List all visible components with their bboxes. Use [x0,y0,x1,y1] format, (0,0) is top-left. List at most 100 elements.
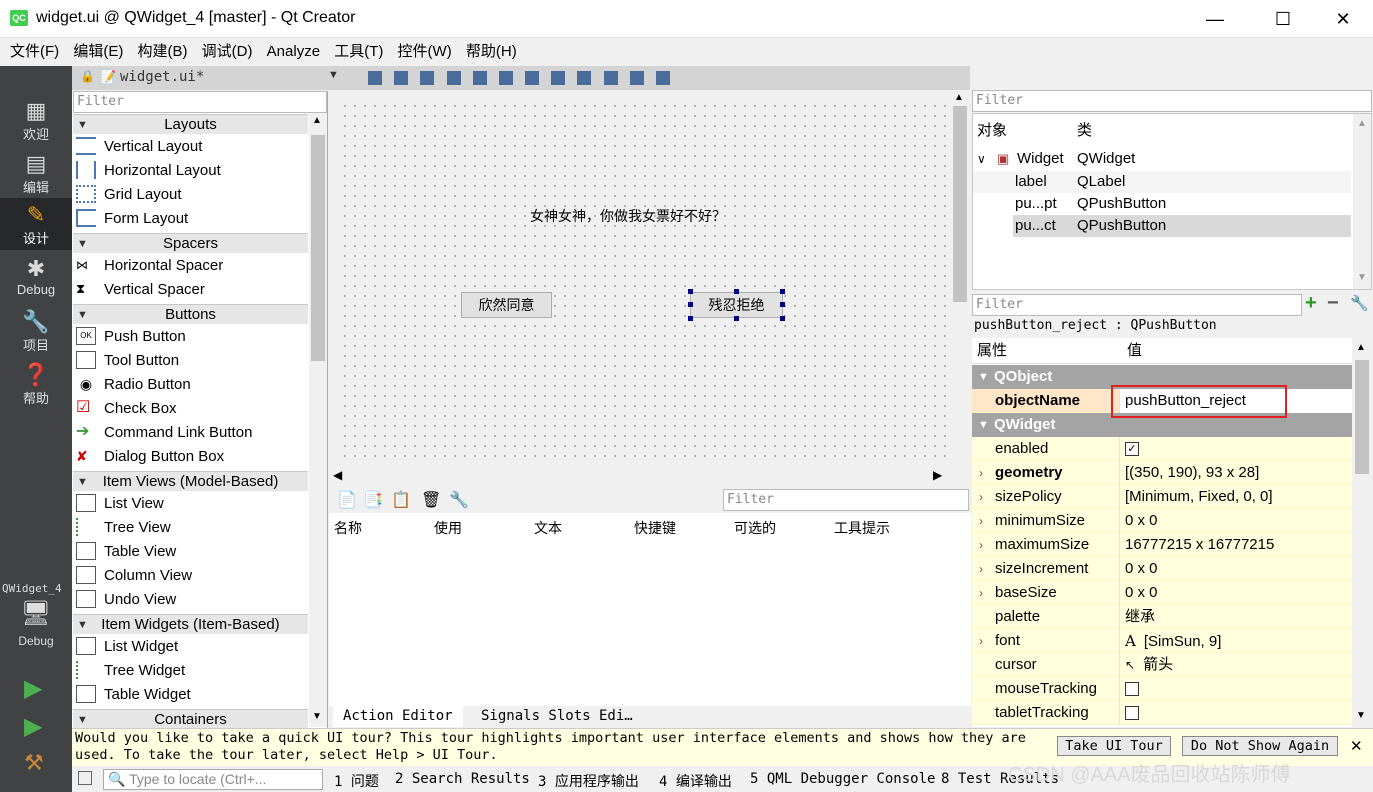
chevron-right-icon[interactable]: › [979,509,983,533]
scroll-left-icon[interactable]: ◀ [333,468,342,482]
layout-splitter-horizontal-icon[interactable] [525,71,540,85]
widget-grid-layout[interactable]: Grid Layout [76,183,308,207]
kit-selector[interactable]: 🖥 Debug [0,596,72,658]
widget-tool-button[interactable]: Tool Button [76,349,308,373]
scroll-up-icon[interactable]: ▲ [1357,118,1367,129]
pane-qml-debugger-console[interactable]: 5 QML Debugger Console [750,771,935,787]
wrench-icon[interactable]: 🔧 [1350,294,1369,312]
toggle-sidebar-icon[interactable] [78,771,92,785]
property-filter-input[interactable]: Filter [972,294,1302,316]
selection-handle[interactable] [688,289,693,294]
edit-buddies-icon[interactable] [420,71,435,85]
property-row-mousetracking[interactable]: mouseTracking [972,677,1352,701]
widget-radio-button[interactable]: ◉ Radio Button [76,373,308,397]
menu-build[interactable]: 构建(B) [133,39,193,65]
paste-action-icon[interactable]: 📋 [391,490,411,510]
break-layout-icon[interactable] [629,71,644,85]
scroll-thumb[interactable] [311,135,325,361]
tab-signals-slots[interactable]: Signals Slots Edi… [471,706,643,727]
property-value[interactable] [1125,701,1139,725]
menu-tools[interactable]: 工具(T) [329,39,388,65]
form-label[interactable]: 女神女神，你做我女票好不好？ [530,206,726,226]
mode-welcome[interactable]: ▦ 欢迎 [0,94,72,146]
widget-list-view[interactable]: List View [76,492,308,516]
property-row-tablettracking[interactable]: tabletTracking [972,701,1352,725]
scroll-up-icon[interactable]: ▲ [954,92,964,103]
selection-handle[interactable] [734,316,739,321]
menu-analyze[interactable]: Analyze [262,39,325,65]
object-row-pushbutton-reject[interactable]: pu...ct QPushButton [1013,215,1351,237]
layout-vertical-icon[interactable] [498,71,513,85]
mode-help[interactable]: ❓ 帮助 [0,358,72,410]
widget-undo-view[interactable]: Undo View [76,588,308,612]
column-header-object[interactable]: 对象 [977,120,1007,142]
category-buttons[interactable]: ▼ Buttons [73,304,308,324]
scroll-thumb[interactable] [1355,360,1369,474]
scroll-down-icon[interactable]: ▼ [1357,272,1367,283]
take-ui-tour-button[interactable]: Take UI Tour [1057,736,1171,756]
property-row-geometry[interactable]: › geometry [(350, 190), 93 x 28] [972,461,1352,485]
column-header-shortcut[interactable]: 快捷键 [634,518,676,538]
widget-push-button[interactable]: OK Push Button [76,325,308,349]
property-row-font[interactable]: › font A [SimSun, 9] [972,629,1352,653]
property-value[interactable]: ✓ [1125,437,1139,461]
copy-action-icon[interactable]: 📑 [363,490,383,510]
document-tab[interactable]: widget.ui* [120,69,204,85]
property-row-minimumsize[interactable]: › minimumSize 0 x 0 [972,509,1352,533]
widget-vertical-spacer[interactable]: ⧗ Vertical Spacer [76,278,308,302]
column-header-text[interactable]: 文本 [534,518,562,538]
chevron-down-icon[interactable]: ∨ [977,148,986,170]
column-header-used[interactable]: 使用 [434,518,462,538]
action-filter-input[interactable]: Filter [723,489,969,511]
category-spacers[interactable]: ▼ Spacers [73,233,308,253]
menu-help[interactable]: 帮助(H) [461,39,522,65]
chevron-right-icon[interactable]: › [979,629,983,653]
chevron-right-icon[interactable]: › [979,485,983,509]
layout-splitter-vertical-icon[interactable] [551,71,566,85]
category-containers[interactable]: ▼ Containers [73,709,308,728]
menu-debug[interactable]: 调试(D) [197,39,258,65]
category-item-views[interactable]: ▼ Item Views (Model-Based) [73,471,308,491]
scroll-down-icon[interactable]: ▼ [1356,710,1366,721]
canvas-vertical-scrollbar[interactable]: ▲ [950,90,970,468]
scroll-thumb[interactable] [953,106,967,302]
chevron-right-icon[interactable]: › [979,581,983,605]
remove-property-icon[interactable]: − [1327,292,1339,315]
maximize-button[interactable]: ☐ [1260,0,1306,38]
widget-table-view[interactable]: Table View [76,540,308,564]
widget-box-scrollbar[interactable]: ▲ ▼ [309,113,327,727]
property-row-cursor[interactable]: cursor ↖ 箭头 [972,653,1352,677]
form-widget[interactable] [339,100,950,464]
scroll-right-icon[interactable]: ▶ [933,468,942,482]
property-row-sizepolicy[interactable]: › sizePolicy [Minimum, Fixed, 0, 0] [972,485,1352,509]
layout-horizontal-icon[interactable] [472,71,487,85]
chevron-right-icon[interactable]: › [979,533,983,557]
column-header-value[interactable]: 值 [1127,338,1142,364]
object-row-label[interactable]: label QLabel [973,171,1351,193]
property-row-basesize[interactable]: › baseSize 0 x 0 [972,581,1352,605]
object-tree-scrollbar[interactable]: ▲ ▼ [1353,114,1371,289]
tab-action-editor[interactable]: Action Editor [333,706,463,727]
selection-handle[interactable] [688,316,693,321]
column-header-name[interactable]: 名称 [334,518,362,538]
selection-handle[interactable] [780,316,785,321]
mode-debug[interactable]: ✱ Debug [0,252,72,304]
object-row-widget[interactable]: ∨ ▣ Widget QWidget [973,148,1351,170]
selection-handle[interactable] [688,302,693,307]
checkbox-checked[interactable]: ✓ [1125,442,1139,457]
edit-signals-slots-icon[interactable] [394,71,409,85]
widget-vertical-layout[interactable]: Vertical Layout [76,135,308,159]
chevron-right-icon[interactable]: › [979,461,983,485]
close-icon[interactable]: ✕ [1350,737,1363,755]
pane-compile-output[interactable]: 4 编译输出 [659,771,732,791]
wrench-icon[interactable]: 🔧 [449,490,469,510]
locator-input[interactable]: 🔍 Type to locate (Ctrl+... [103,769,323,790]
category-layouts[interactable]: ▼ Layouts [73,114,308,134]
property-row-palette[interactable]: palette 继承 [972,605,1352,629]
minimize-button[interactable]: — [1192,0,1238,38]
column-header-class[interactable]: 类 [1077,120,1092,142]
column-header-checkable[interactable]: 可选的 [734,518,776,538]
pane-issues[interactable]: 1 问题 [334,771,379,791]
object-filter-input[interactable]: Filter [972,90,1372,112]
new-action-icon[interactable]: 📄 [337,490,357,510]
